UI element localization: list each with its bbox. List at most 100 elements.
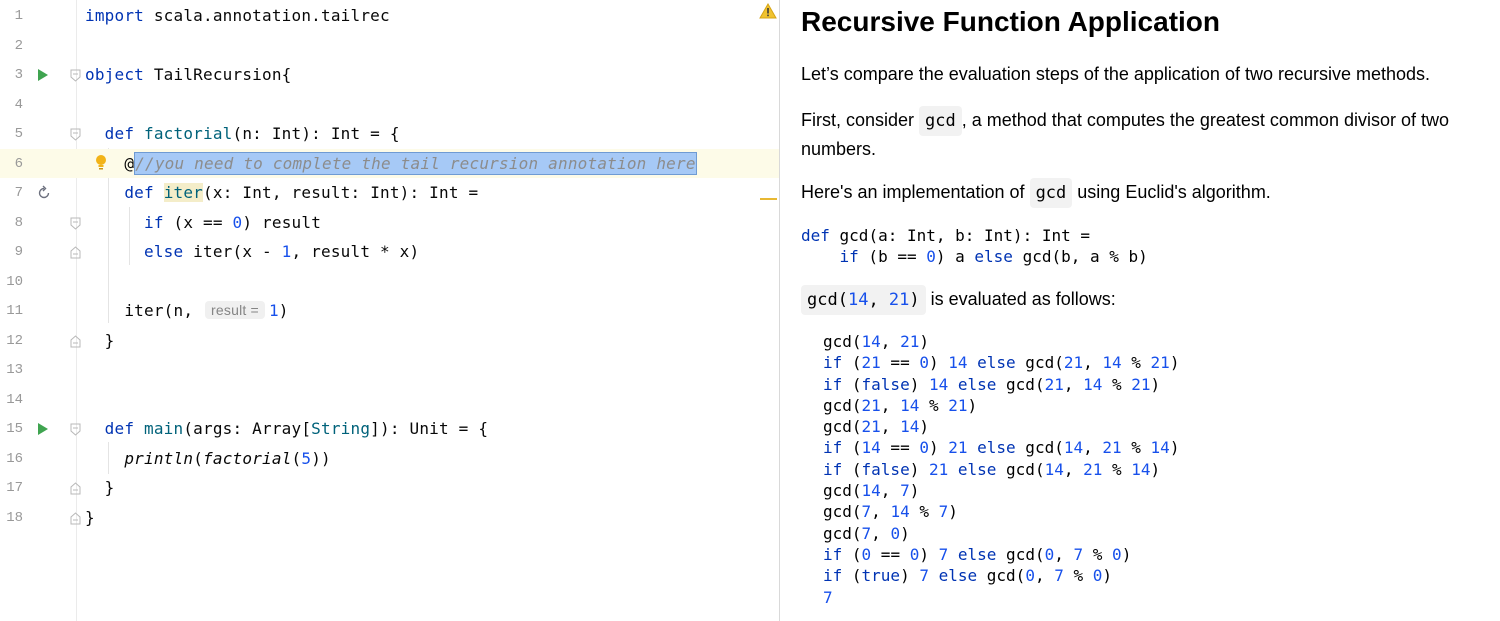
- code-keyword: import: [85, 6, 144, 25]
- code-line-4[interactable]: 4: [0, 90, 779, 120]
- code-line-12[interactable]: 12 }: [0, 326, 779, 356]
- code-text: (x ==: [163, 212, 233, 232]
- code-line-13[interactable]: 13: [0, 355, 779, 385]
- line-number[interactable]: 13: [0, 362, 23, 378]
- fold-marker-icon[interactable]: [70, 334, 81, 348]
- code-text-line[interactable]: object TailRecursion{: [85, 65, 292, 84]
- fold-marker-icon[interactable]: [70, 217, 81, 230]
- code-line-17[interactable]: 17 }: [0, 473, 779, 503]
- line-number[interactable]: 16: [0, 451, 23, 467]
- code-number: 21: [1083, 459, 1103, 479]
- fold-marker-icon[interactable]: [70, 69, 81, 82]
- code-number: 14: [1102, 353, 1122, 373]
- code-keyword: if: [823, 353, 843, 373]
- code-number: 7: [1054, 566, 1064, 586]
- line-number[interactable]: 18: [0, 510, 23, 526]
- line-number[interactable]: 3: [0, 67, 23, 83]
- line-number[interactable]: 7: [0, 185, 23, 201]
- line-number[interactable]: 12: [0, 333, 23, 349]
- eval-step-line: if (true) 7 else gcd(0, 7 % 0): [823, 565, 1179, 586]
- code-line-16[interactable]: 16 println(factorial(5)): [0, 444, 779, 474]
- line-number[interactable]: 6: [0, 156, 23, 172]
- code-text: gcd(: [996, 459, 1045, 479]
- line-number[interactable]: 14: [0, 392, 23, 408]
- line-number[interactable]: 8: [0, 215, 23, 231]
- eval-step-line: if (false) 14 else gcd(21, 14 % 21): [823, 374, 1179, 395]
- line-number[interactable]: 2: [0, 38, 23, 54]
- code-number: 14: [890, 502, 910, 522]
- code-line-6[interactable]: 6 @//you need to complete the tail recur…: [0, 148, 779, 178]
- eval-step-line: gcd(21, 14 % 21): [823, 395, 1179, 416]
- code-text: ,: [880, 481, 901, 501]
- code-text: ==: [880, 438, 920, 458]
- line-number[interactable]: 17: [0, 480, 23, 496]
- recursive-call-icon[interactable]: [36, 185, 52, 201]
- code-keyword: false: [861, 459, 910, 479]
- fold-marker-icon[interactable]: [70, 482, 81, 495]
- description-paragraph-evaluated: gcd(14, 21) is evaluated as follows:: [801, 285, 1481, 315]
- code-text-line[interactable]: if (x == 0) result: [85, 213, 321, 232]
- fold-marker-icon[interactable]: [70, 128, 81, 141]
- code-text-line[interactable]: def iter(x: Int, result: Int): Int =: [85, 183, 478, 202]
- code-line-10[interactable]: 10: [0, 267, 779, 297]
- code-text: ): [1102, 566, 1113, 586]
- text-span: First, consider: [801, 110, 920, 130]
- code-text: %: [1102, 374, 1132, 394]
- code-line-1[interactable]: 1 import scala.annotation.tailrec: [0, 1, 779, 31]
- line-number[interactable]: 4: [0, 97, 23, 113]
- text-span: is evaluated as follows:: [925, 289, 1116, 309]
- code-text: )): [311, 448, 331, 468]
- code-text: ): [919, 544, 939, 564]
- code-text-line[interactable]: }: [85, 508, 95, 527]
- code-line-5[interactable]: 5 def factorial(n: Int): Int = {: [0, 119, 779, 149]
- code-number: 0: [919, 438, 929, 458]
- code-line-18[interactable]: 18}: [0, 503, 779, 533]
- code-text: ): [900, 566, 920, 586]
- fold-marker-icon[interactable]: [70, 246, 81, 259]
- code-text: ,: [1083, 438, 1103, 458]
- code-text-line[interactable]: }: [85, 331, 115, 350]
- code-line-9[interactable]: 9 else iter(x - 1, result * x): [0, 237, 779, 267]
- code-number: 0: [890, 523, 901, 543]
- selected-comment[interactable]: //you need to complete the tail recursio…: [134, 151, 697, 175]
- code-function-name[interactable]: iter: [163, 183, 204, 202]
- code-number: 7: [900, 481, 910, 501]
- line-number[interactable]: 9: [0, 244, 23, 260]
- code-text-line[interactable]: println(factorial(5)): [85, 449, 331, 468]
- line-number[interactable]: 5: [0, 126, 23, 142]
- eval-step-line: if (14 == 0) 21 else gcd(14, 21 % 14): [823, 437, 1179, 458]
- code-text-line[interactable]: def factorial(n: Int): Int = {: [85, 124, 400, 143]
- line-number[interactable]: 1: [0, 8, 23, 24]
- line-number[interactable]: 10: [0, 274, 23, 290]
- code-number: 14: [1044, 459, 1064, 479]
- run-icon[interactable]: [36, 67, 52, 83]
- code-text: ,: [880, 395, 901, 415]
- code-line-14[interactable]: 14: [0, 385, 779, 415]
- code-line-3[interactable]: 3 object TailRecursion{: [0, 60, 779, 90]
- code-line-7[interactable]: 7 def iter(x: Int, result: Int): Int =: [0, 178, 779, 208]
- code-text-line[interactable]: iter(n, result = 1): [85, 301, 289, 320]
- code-line-2[interactable]: 2: [0, 31, 779, 61]
- line-number[interactable]: 11: [0, 303, 23, 319]
- code-text-line[interactable]: else iter(x - 1, result * x): [85, 242, 419, 261]
- code-text-line[interactable]: def main(args: Array[String]): Unit = {: [85, 419, 488, 438]
- code-text: ==: [871, 544, 910, 564]
- code-text-line[interactable]: import scala.annotation.tailrec: [85, 6, 390, 25]
- code-text: (x: Int, result: Int): Int =: [203, 183, 479, 202]
- line-number[interactable]: 15: [0, 421, 23, 437]
- fold-marker-icon[interactable]: [70, 511, 81, 525]
- fold-marker-icon[interactable]: [70, 423, 81, 436]
- code-line-15[interactable]: 15 def main(args: Array[String]): Unit =…: [0, 414, 779, 444]
- code-editor[interactable]: 1 import scala.annotation.tailrec 2 3 object…: [0, 0, 779, 621]
- code-line-8[interactable]: 8 if (x == 0) result: [0, 208, 779, 238]
- code-text: gcd(: [823, 502, 862, 522]
- run-icon[interactable]: [36, 421, 52, 437]
- code-text: ): [909, 459, 929, 479]
- code-number: 21: [888, 290, 910, 310]
- code-keyword: if: [823, 374, 843, 394]
- code-line-11[interactable]: 11 iter(n, result = 1): [0, 296, 779, 326]
- code-text-line[interactable]: @//you need to complete the tail recursi…: [85, 151, 697, 175]
- code-text-line[interactable]: }: [85, 478, 115, 497]
